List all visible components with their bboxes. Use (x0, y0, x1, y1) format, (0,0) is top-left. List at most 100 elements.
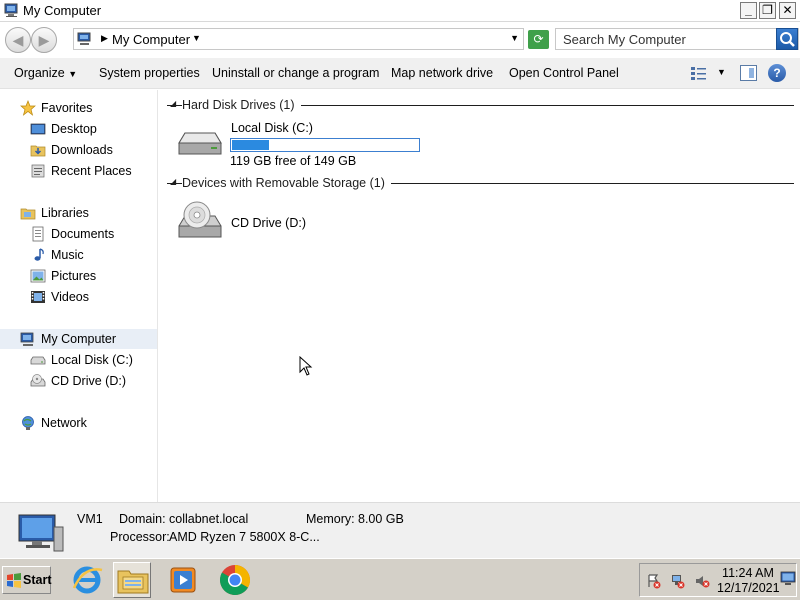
clock-date: 12/17/2021 (717, 581, 780, 595)
recent-places-icon (31, 164, 45, 178)
memory-label: Memory: (306, 512, 355, 526)
organize-label: Organize (14, 66, 65, 80)
nav-label: Downloads (51, 143, 113, 157)
address-dropdown-icon[interactable]: ▼ (510, 33, 519, 43)
nav-item-music[interactable]: Music (0, 245, 157, 265)
nav-item-favorites[interactable]: Favorites (0, 98, 157, 118)
volume-muted-icon[interactable] (694, 573, 710, 589)
cd-drive-item[interactable]: CD Drive (D:) (175, 200, 475, 248)
nav-item-desktop[interactable]: Desktop (0, 119, 157, 139)
breadcrumb[interactable]: My Computer (112, 32, 190, 47)
nav-label: Favorites (41, 101, 93, 115)
windows-explorer-taskbar-button[interactable] (113, 562, 151, 598)
view-options-chevron-icon[interactable]: ▼ (717, 67, 726, 77)
search-input[interactable] (556, 29, 776, 49)
clock[interactable]: 11:24 AM 12/17/2021 (717, 566, 780, 596)
preview-pane-icon[interactable] (740, 65, 757, 81)
memory-value: 8.00 GB (358, 512, 404, 526)
downloads-folder-icon (30, 145, 46, 157)
minimize-button[interactable]: _ (740, 2, 757, 19)
nav-label: Recent Places (51, 164, 132, 178)
computer-icon (20, 332, 34, 346)
nav-label: Local Disk (C:) (51, 353, 133, 367)
chrome-taskbar-button[interactable] (216, 562, 254, 598)
uninstall-program-button[interactable]: Uninstall or change a program (212, 66, 379, 80)
nav-item-documents[interactable]: Documents (0, 224, 157, 244)
pictures-icon (30, 269, 46, 283)
help-icon[interactable]: ? (768, 64, 786, 82)
back-button[interactable]: ◀ (5, 27, 31, 53)
media-player-icon (170, 567, 196, 593)
maximize-button[interactable]: ❐ (759, 2, 776, 19)
nav-item-pictures[interactable]: Pictures (0, 266, 157, 286)
drive-free-space: 119 GB free of 149 GB (230, 154, 357, 168)
nav-item-recent-places[interactable]: Recent Places (0, 161, 157, 181)
hard-drive-icon (178, 132, 222, 155)
map-network-drive-button[interactable]: Map network drive (391, 66, 493, 80)
search-icon[interactable] (776, 28, 798, 50)
navigation-pane: Favorites Desktop Downloads Recent Place… (0, 90, 158, 502)
computer-name: VM1 (77, 512, 103, 526)
drive-name: Local Disk (C:) (231, 121, 313, 135)
system-properties-button[interactable]: System properties (99, 66, 200, 80)
nav-item-videos[interactable]: Videos (0, 287, 157, 307)
nav-label: My Computer (41, 332, 117, 346)
change-view-icon[interactable] (690, 65, 708, 81)
network-disconnected-icon[interactable] (670, 573, 686, 589)
local-disk-item[interactable]: Local Disk (C:) 119 GB free of 149 GB (175, 121, 475, 169)
processor-value: AMD Ryzen 7 5800X 8-C... (169, 530, 320, 544)
videos-icon (31, 291, 45, 303)
nav-item-cd-drive[interactable]: CD Drive (D:) (0, 371, 157, 391)
computer-icon (4, 3, 18, 17)
domain-value: collabnet.local (169, 512, 249, 526)
nav-label: Desktop (51, 122, 97, 136)
chevron-down-icon[interactable]: ▼ (192, 33, 201, 43)
details-pane: VM1 Domain: collabnet.local Memory: 8.00… (0, 502, 800, 558)
show-desktop-icon[interactable] (780, 570, 796, 586)
content-area: ◢ Hard Disk Drives (1) Local Disk (C:) 1… (159, 90, 800, 502)
forward-button[interactable]: ▶ (31, 27, 57, 53)
folder-icon (117, 570, 149, 594)
internet-explorer-icon (72, 566, 103, 594)
title-bar: My Computer _ ❐ ✕ (0, 0, 800, 22)
start-button[interactable]: Start (2, 566, 51, 594)
domain-label: Domain: (119, 512, 166, 526)
open-control-panel-button[interactable]: Open Control Panel (509, 66, 619, 80)
libraries-icon (20, 208, 36, 220)
cd-drive-icon (178, 201, 222, 238)
media-player-taskbar-button[interactable] (164, 562, 202, 598)
start-label: Start (23, 573, 52, 587)
address-field[interactable]: ▶ My Computer ▼ ▼ (73, 28, 524, 50)
search-box[interactable] (555, 28, 799, 50)
hard-disk-group-header[interactable]: ◢ Hard Disk Drives (1) (167, 98, 794, 114)
nav-item-local-disk[interactable]: Local Disk (C:) (0, 350, 157, 370)
processor-label: Processor: (110, 530, 170, 544)
close-button[interactable]: ✕ (779, 2, 796, 19)
nav-item-libraries[interactable]: Libraries (0, 203, 157, 223)
organize-button[interactable]: Organize ▼ (14, 66, 77, 80)
mouse-cursor-icon (299, 356, 313, 376)
action-center-icon[interactable] (646, 573, 662, 589)
disk-usage-bar (230, 138, 420, 152)
command-bar: Organize ▼ System properties Uninstall o… (0, 58, 800, 89)
collapse-arrow-icon[interactable]: ◢ (170, 177, 176, 186)
disk-usage-fill (232, 140, 269, 150)
collapse-arrow-icon[interactable]: ◢ (170, 99, 176, 108)
clock-time: 11:24 AM (722, 566, 774, 580)
removable-storage-group-header[interactable]: ◢ Devices with Removable Storage (1) (167, 176, 794, 192)
desktop-icon (30, 123, 46, 135)
window-title: My Computer (23, 3, 102, 18)
internet-explorer-taskbar-button[interactable] (68, 562, 106, 598)
nav-label: Videos (51, 290, 89, 304)
computer-icon (77, 32, 91, 45)
nav-item-downloads[interactable]: Downloads (0, 140, 157, 160)
windows-logo-icon (7, 573, 21, 588)
nav-item-network[interactable]: Network (0, 413, 157, 433)
group-label: Devices with Removable Storage (1) (182, 176, 391, 190)
nav-item-my-computer[interactable]: My Computer (0, 329, 157, 349)
breadcrumb-arrow-icon[interactable]: ▶ (101, 33, 108, 44)
nav-label: Libraries (41, 206, 89, 220)
refresh-button[interactable]: ⟳ (528, 30, 549, 49)
chrome-icon (219, 565, 250, 596)
nav-label: Network (41, 416, 87, 430)
